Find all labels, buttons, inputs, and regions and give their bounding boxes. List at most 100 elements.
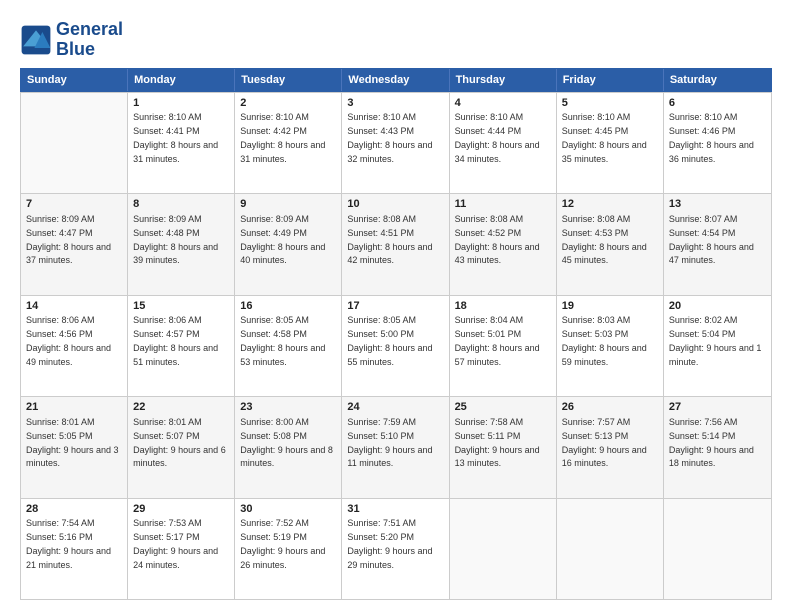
- cal-cell: 5 Sunrise: 8:10 AMSunset: 4:45 PMDayligh…: [557, 93, 664, 193]
- cal-cell: 18 Sunrise: 8:04 AMSunset: 5:01 PMDaylig…: [450, 296, 557, 396]
- cell-info: Sunrise: 7:59 AMSunset: 5:10 PMDaylight:…: [347, 417, 432, 468]
- cal-cell: 15 Sunrise: 8:06 AMSunset: 4:57 PMDaylig…: [128, 296, 235, 396]
- day-number: 29: [133, 502, 229, 517]
- cell-info: Sunrise: 8:09 AMSunset: 4:48 PMDaylight:…: [133, 214, 218, 265]
- cell-info: Sunrise: 8:07 AMSunset: 4:54 PMDaylight:…: [669, 214, 754, 265]
- cal-cell: 26 Sunrise: 7:57 AMSunset: 5:13 PMDaylig…: [557, 397, 664, 497]
- cal-header-cell: Saturday: [664, 69, 771, 91]
- cal-cell: 31 Sunrise: 7:51 AMSunset: 5:20 PMDaylig…: [342, 499, 449, 599]
- cell-info: Sunrise: 8:10 AMSunset: 4:42 PMDaylight:…: [240, 112, 325, 163]
- day-number: 12: [562, 197, 658, 212]
- cell-info: Sunrise: 8:04 AMSunset: 5:01 PMDaylight:…: [455, 315, 540, 366]
- day-number: 28: [26, 502, 122, 517]
- cal-cell: 17 Sunrise: 8:05 AMSunset: 5:00 PMDaylig…: [342, 296, 449, 396]
- cell-info: Sunrise: 7:56 AMSunset: 5:14 PMDaylight:…: [669, 417, 754, 468]
- cell-info: Sunrise: 8:00 AMSunset: 5:08 PMDaylight:…: [240, 417, 333, 468]
- logo-text: GeneralBlue: [56, 20, 123, 60]
- cell-info: Sunrise: 7:53 AMSunset: 5:17 PMDaylight:…: [133, 518, 218, 569]
- cal-cell: 24 Sunrise: 7:59 AMSunset: 5:10 PMDaylig…: [342, 397, 449, 497]
- cell-info: Sunrise: 8:08 AMSunset: 4:51 PMDaylight:…: [347, 214, 432, 265]
- day-number: 2: [240, 96, 336, 111]
- cell-info: Sunrise: 8:10 AMSunset: 4:41 PMDaylight:…: [133, 112, 218, 163]
- cal-cell: 1 Sunrise: 8:10 AMSunset: 4:41 PMDayligh…: [128, 93, 235, 193]
- cal-cell: 10 Sunrise: 8:08 AMSunset: 4:51 PMDaylig…: [342, 194, 449, 294]
- cal-cell: 9 Sunrise: 8:09 AMSunset: 4:49 PMDayligh…: [235, 194, 342, 294]
- day-number: 13: [669, 197, 766, 212]
- cell-info: Sunrise: 8:10 AMSunset: 4:43 PMDaylight:…: [347, 112, 432, 163]
- day-number: 8: [133, 197, 229, 212]
- calendar: SundayMondayTuesdayWednesdayThursdayFrid…: [20, 68, 772, 600]
- cal-cell: 11 Sunrise: 8:08 AMSunset: 4:52 PMDaylig…: [450, 194, 557, 294]
- day-number: 22: [133, 400, 229, 415]
- cal-row: 21 Sunrise: 8:01 AMSunset: 5:05 PMDaylig…: [21, 396, 771, 497]
- day-number: 1: [133, 96, 229, 111]
- day-number: 27: [669, 400, 766, 415]
- day-number: 21: [26, 400, 122, 415]
- cell-info: Sunrise: 8:05 AMSunset: 4:58 PMDaylight:…: [240, 315, 325, 366]
- day-number: 24: [347, 400, 443, 415]
- cal-cell: 3 Sunrise: 8:10 AMSunset: 4:43 PMDayligh…: [342, 93, 449, 193]
- day-number: 19: [562, 299, 658, 314]
- cal-cell: 29 Sunrise: 7:53 AMSunset: 5:17 PMDaylig…: [128, 499, 235, 599]
- page: GeneralBlue SundayMondayTuesdayWednesday…: [0, 0, 792, 612]
- day-number: 7: [26, 197, 122, 212]
- cal-cell: 2 Sunrise: 8:10 AMSunset: 4:42 PMDayligh…: [235, 93, 342, 193]
- cell-info: Sunrise: 8:05 AMSunset: 5:00 PMDaylight:…: [347, 315, 432, 366]
- cell-info: Sunrise: 7:54 AMSunset: 5:16 PMDaylight:…: [26, 518, 111, 569]
- cell-info: Sunrise: 8:10 AMSunset: 4:44 PMDaylight:…: [455, 112, 540, 163]
- day-number: 4: [455, 96, 551, 111]
- cal-cell: [557, 499, 664, 599]
- day-number: 10: [347, 197, 443, 212]
- cal-header-cell: Friday: [557, 69, 664, 91]
- day-number: 6: [669, 96, 766, 111]
- cal-header-cell: Tuesday: [235, 69, 342, 91]
- day-number: 3: [347, 96, 443, 111]
- cal-header-cell: Sunday: [21, 69, 128, 91]
- cal-header-cell: Thursday: [450, 69, 557, 91]
- cell-info: Sunrise: 8:08 AMSunset: 4:53 PMDaylight:…: [562, 214, 647, 265]
- cal-cell: 30 Sunrise: 7:52 AMSunset: 5:19 PMDaylig…: [235, 499, 342, 599]
- cal-cell: 21 Sunrise: 8:01 AMSunset: 5:05 PMDaylig…: [21, 397, 128, 497]
- cell-info: Sunrise: 7:58 AMSunset: 5:11 PMDaylight:…: [455, 417, 540, 468]
- cell-info: Sunrise: 7:52 AMSunset: 5:19 PMDaylight:…: [240, 518, 325, 569]
- header: GeneralBlue: [20, 16, 772, 60]
- cell-info: Sunrise: 8:02 AMSunset: 5:04 PMDaylight:…: [669, 315, 762, 366]
- cal-row: 14 Sunrise: 8:06 AMSunset: 4:56 PMDaylig…: [21, 295, 771, 396]
- cal-cell: 4 Sunrise: 8:10 AMSunset: 4:44 PMDayligh…: [450, 93, 557, 193]
- cell-info: Sunrise: 8:09 AMSunset: 4:47 PMDaylight:…: [26, 214, 111, 265]
- cell-info: Sunrise: 8:01 AMSunset: 5:05 PMDaylight:…: [26, 417, 119, 468]
- cal-cell: [450, 499, 557, 599]
- cal-cell: 25 Sunrise: 7:58 AMSunset: 5:11 PMDaylig…: [450, 397, 557, 497]
- cell-info: Sunrise: 8:06 AMSunset: 4:57 PMDaylight:…: [133, 315, 218, 366]
- day-number: 20: [669, 299, 766, 314]
- cal-cell: 7 Sunrise: 8:09 AMSunset: 4:47 PMDayligh…: [21, 194, 128, 294]
- cal-cell: 14 Sunrise: 8:06 AMSunset: 4:56 PMDaylig…: [21, 296, 128, 396]
- cal-cell: 12 Sunrise: 8:08 AMSunset: 4:53 PMDaylig…: [557, 194, 664, 294]
- cal-cell: 23 Sunrise: 8:00 AMSunset: 5:08 PMDaylig…: [235, 397, 342, 497]
- cell-info: Sunrise: 8:08 AMSunset: 4:52 PMDaylight:…: [455, 214, 540, 265]
- cell-info: Sunrise: 7:51 AMSunset: 5:20 PMDaylight:…: [347, 518, 432, 569]
- cal-cell: 19 Sunrise: 8:03 AMSunset: 5:03 PMDaylig…: [557, 296, 664, 396]
- cal-header-cell: Monday: [128, 69, 235, 91]
- day-number: 17: [347, 299, 443, 314]
- day-number: 16: [240, 299, 336, 314]
- cal-cell: 16 Sunrise: 8:05 AMSunset: 4:58 PMDaylig…: [235, 296, 342, 396]
- cell-info: Sunrise: 8:03 AMSunset: 5:03 PMDaylight:…: [562, 315, 647, 366]
- cal-cell: [664, 499, 771, 599]
- calendar-header-row: SundayMondayTuesdayWednesdayThursdayFrid…: [20, 68, 772, 92]
- cell-info: Sunrise: 8:10 AMSunset: 4:46 PMDaylight:…: [669, 112, 754, 163]
- cal-cell: 6 Sunrise: 8:10 AMSunset: 4:46 PMDayligh…: [664, 93, 771, 193]
- day-number: 15: [133, 299, 229, 314]
- cal-cell: 28 Sunrise: 7:54 AMSunset: 5:16 PMDaylig…: [21, 499, 128, 599]
- day-number: 25: [455, 400, 551, 415]
- cell-info: Sunrise: 7:57 AMSunset: 5:13 PMDaylight:…: [562, 417, 647, 468]
- cal-cell: 20 Sunrise: 8:02 AMSunset: 5:04 PMDaylig…: [664, 296, 771, 396]
- cal-cell: [21, 93, 128, 193]
- day-number: 5: [562, 96, 658, 111]
- day-number: 30: [240, 502, 336, 517]
- cal-cell: 27 Sunrise: 7:56 AMSunset: 5:14 PMDaylig…: [664, 397, 771, 497]
- cal-cell: 22 Sunrise: 8:01 AMSunset: 5:07 PMDaylig…: [128, 397, 235, 497]
- cell-info: Sunrise: 8:01 AMSunset: 5:07 PMDaylight:…: [133, 417, 226, 468]
- cal-cell: 8 Sunrise: 8:09 AMSunset: 4:48 PMDayligh…: [128, 194, 235, 294]
- day-number: 26: [562, 400, 658, 415]
